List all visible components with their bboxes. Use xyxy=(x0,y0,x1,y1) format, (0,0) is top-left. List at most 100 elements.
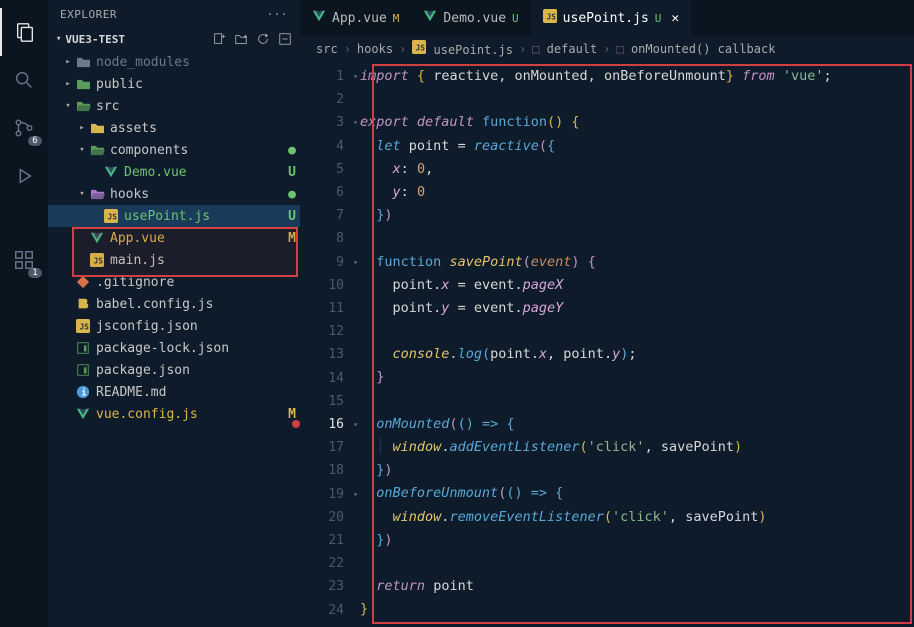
file-icon xyxy=(74,363,92,377)
git-status: U xyxy=(284,209,300,224)
chevron-icon: ▸ xyxy=(62,79,74,89)
svg-text:JS: JS xyxy=(80,323,90,332)
tree-label: jsconfig.json xyxy=(96,319,300,334)
breadcrumb-item[interactable]: src xyxy=(316,42,338,56)
tab-icon xyxy=(423,9,437,27)
chevron-icon: ▸ xyxy=(76,123,88,133)
scm-icon[interactable]: 6 xyxy=(0,104,48,152)
new-file-icon[interactable] xyxy=(212,32,226,46)
breadcrumb-item[interactable]: JS usePoint.js xyxy=(412,40,513,57)
scm-badge: 6 xyxy=(28,136,42,146)
fold-icon[interactable]: ▾ xyxy=(353,483,358,506)
extensions-icon[interactable]: 1 xyxy=(0,236,48,284)
tree-item[interactable]: package.json xyxy=(48,359,300,381)
tree-label: package.json xyxy=(96,363,300,378)
tree-item[interactable]: ▸ node_modules xyxy=(48,51,300,73)
sidebar-title: EXPLORER xyxy=(60,8,117,21)
tab-status: M xyxy=(393,12,400,25)
editor-tab[interactable]: App.vue M xyxy=(300,0,411,36)
chevron-icon: ▸ xyxy=(62,57,74,67)
fold-icon[interactable]: ▾ xyxy=(353,251,358,274)
breadcrumbs: src›hooks›JS usePoint.js›⬚ default›⬚ onM… xyxy=(300,36,914,61)
search-icon[interactable] xyxy=(0,56,48,104)
editor-area: App.vue M Demo.vue U JS usePoint.js U ✕ … xyxy=(300,0,914,627)
tree-item[interactable]: package-lock.json xyxy=(48,337,300,359)
tab-label: Demo.vue xyxy=(443,11,506,26)
file-icon: JS xyxy=(88,253,106,267)
tree-item[interactable]: i README.md xyxy=(48,381,300,403)
debug-icon[interactable] xyxy=(0,152,48,200)
svg-text:JS: JS xyxy=(108,213,118,222)
tree-item[interactable]: JS jsconfig.json xyxy=(48,315,300,337)
tree-label: usePoint.js xyxy=(124,209,284,224)
editor[interactable]: 1▾23▾456789▾10111213141516▾171819▾202122… xyxy=(300,61,914,627)
file-icon xyxy=(74,78,92,91)
breadcrumb-item[interactable]: hooks xyxy=(357,42,393,56)
tab-status: U xyxy=(655,12,662,25)
tree-label: public xyxy=(96,77,300,92)
tab-label: App.vue xyxy=(332,11,387,26)
git-status: U xyxy=(284,165,300,180)
activity-bar: 6 1 xyxy=(0,0,48,627)
tree-label: components xyxy=(110,143,284,158)
breadcrumb-sep: › xyxy=(344,42,351,56)
tab-icon xyxy=(312,9,326,27)
tab-label: usePoint.js xyxy=(563,11,649,26)
file-icon xyxy=(74,407,92,421)
tree-item[interactable]: .gitignore xyxy=(48,271,300,293)
tree-item[interactable]: vue.config.jsM xyxy=(48,403,300,425)
tabs-bar: App.vue M Demo.vue U JS usePoint.js U ✕ xyxy=(300,0,914,36)
tree-label: README.md xyxy=(96,385,300,400)
breadcrumb-item[interactable]: ⬚ default xyxy=(532,42,597,56)
sidebar: EXPLORER ··· ▾ VUE3-TEST ▸ node_modules ▸ p… xyxy=(48,0,300,627)
close-icon[interactable]: ✕ xyxy=(671,11,679,26)
new-folder-icon[interactable] xyxy=(234,32,248,46)
tree-item[interactable]: JS usePoint.jsU xyxy=(48,205,300,227)
tree-label: package-lock.json xyxy=(96,341,300,356)
tree-label: hooks xyxy=(110,187,284,202)
editor-tab[interactable]: JS usePoint.js U ✕ xyxy=(531,0,692,36)
file-icon: JS xyxy=(74,319,92,333)
breadcrumb-item[interactable]: ⬚ onMounted() callback xyxy=(616,42,775,56)
tree-item[interactable]: ▾ src xyxy=(48,95,300,117)
chevron-icon: ▾ xyxy=(76,189,88,199)
git-dot: ● xyxy=(284,143,300,158)
fold-icon[interactable]: ▾ xyxy=(353,65,358,88)
tree-label: .gitignore xyxy=(96,275,300,290)
tree-item[interactable]: ▾hooks● xyxy=(48,183,300,205)
tree-item[interactable]: ▸ public xyxy=(48,73,300,95)
refresh-icon[interactable] xyxy=(256,32,270,46)
tree-label: node_modules xyxy=(96,55,300,70)
file-icon: i xyxy=(74,385,92,399)
fold-icon[interactable]: ▾ xyxy=(353,111,358,134)
chevron-icon: ▾ xyxy=(62,101,74,111)
file-icon xyxy=(88,231,106,245)
file-tree: ▸node_modules▸public▾src▸assets▾componen… xyxy=(48,49,300,425)
git-status: M xyxy=(284,231,300,246)
tree-label: assets xyxy=(110,121,300,136)
more-icon[interactable]: ··· xyxy=(267,8,288,21)
explorer-icon[interactable] xyxy=(0,8,48,56)
project-header[interactable]: ▾ VUE3-TEST xyxy=(48,29,300,49)
tree-label: main.js xyxy=(110,253,300,268)
code-content[interactable]: import { reactive, onMounted, onBeforeUn… xyxy=(360,61,914,627)
editor-tab[interactable]: Demo.vue U xyxy=(411,0,530,36)
breadcrumb-sep: › xyxy=(519,42,526,56)
breadcrumb-sep: › xyxy=(603,42,610,56)
collapse-icon[interactable] xyxy=(278,32,292,46)
fold-icon[interactable]: ▾ xyxy=(353,413,358,436)
svg-text:i: i xyxy=(81,388,86,399)
tree-item[interactable]: App.vueM xyxy=(48,227,300,249)
tree-item[interactable]: babel.config.js xyxy=(48,293,300,315)
svg-text:JS: JS xyxy=(94,257,104,266)
tree-item[interactable]: JS main.js xyxy=(48,249,300,271)
tree-item[interactable]: Demo.vueU xyxy=(48,161,300,183)
breakpoint-icon[interactable] xyxy=(292,420,300,428)
tree-label: src xyxy=(96,99,300,114)
ext-badge: 1 xyxy=(28,268,42,278)
file-icon xyxy=(74,100,92,113)
file-icon xyxy=(88,122,106,135)
file-icon xyxy=(102,165,120,179)
tree-item[interactable]: ▾components● xyxy=(48,139,300,161)
tree-item[interactable]: ▸ assets xyxy=(48,117,300,139)
